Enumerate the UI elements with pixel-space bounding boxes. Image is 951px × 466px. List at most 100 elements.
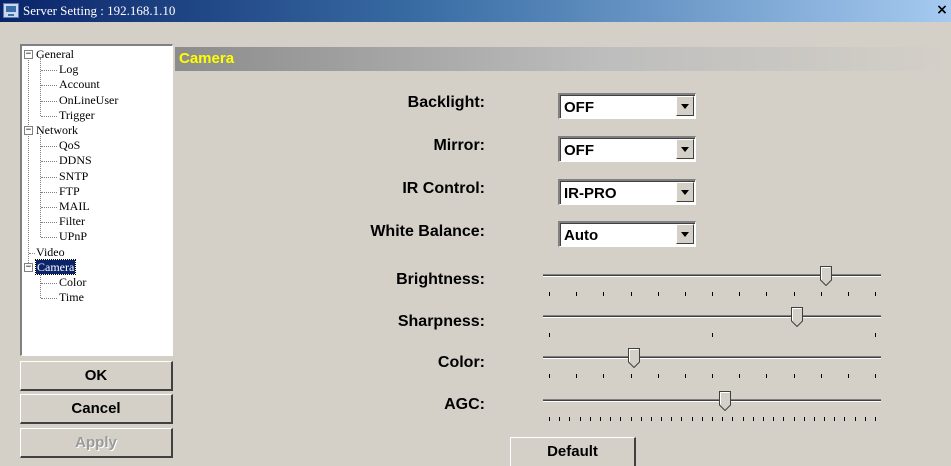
backlight-value: OFF — [564, 99, 594, 116]
slider-tick — [684, 292, 686, 296]
white-balance-select[interactable]: Auto — [558, 221, 696, 247]
slider-tick — [549, 417, 550, 421]
title-bar: Server Setting : 192.168.1.10 × — [0, 0, 951, 22]
close-icon[interactable]: × — [935, 1, 949, 19]
chevron-down-icon[interactable] — [676, 139, 694, 159]
tree-collapse-icon[interactable]: − — [24, 126, 33, 135]
tree-item-network[interactable]: Network — [36, 124, 78, 137]
tree-item-label: Network — [36, 123, 78, 137]
ir-control-select[interactable]: IR-PRO — [558, 179, 696, 205]
slider-thumb[interactable] — [820, 266, 833, 286]
slider-tick — [691, 417, 693, 421]
slider-tick — [712, 292, 713, 296]
tree-collapse-icon[interactable]: − — [24, 262, 33, 272]
settings-tree[interactable]: General − Log Account OnLineUser Trigger Netwo… — [20, 44, 173, 356]
slider-tick — [783, 417, 785, 421]
tree-item-filter[interactable]: Filter — [59, 215, 85, 228]
tree-item-color[interactable]: Color — [59, 276, 86, 289]
ok-button[interactable]: OK — [20, 361, 173, 391]
slider-tick — [576, 374, 578, 378]
slider-tick — [599, 417, 601, 421]
apply-button: Apply — [20, 428, 173, 458]
ir-control-value: IR-PRO — [564, 185, 617, 202]
tree-connector — [41, 146, 57, 148]
slider-tick — [793, 374, 795, 378]
tree-item-sntp[interactable]: SNTP — [59, 168, 89, 183]
tree-connector — [29, 252, 35, 254]
white-balance-label: White Balance: — [370, 223, 485, 240]
slider-tick — [650, 417, 652, 421]
tree-item-ddns[interactable]: DDNS — [59, 154, 92, 167]
chevron-down-icon[interactable] — [676, 182, 694, 202]
tree-collapse-icon[interactable]: − — [24, 50, 33, 59]
slider-tick — [820, 374, 822, 378]
slider-tick — [603, 292, 605, 296]
color-slider[interactable] — [543, 348, 881, 384]
slider-tick — [793, 417, 795, 421]
tree-item-video[interactable]: Video — [36, 244, 65, 259]
slider-tick — [752, 417, 754, 421]
slider-tick — [603, 374, 605, 378]
slider-tick — [549, 292, 550, 296]
slider-tick — [681, 417, 683, 421]
slider-tick — [589, 417, 591, 421]
mirror-value: OFF — [564, 142, 594, 159]
tree-item-label: MAIL — [59, 199, 90, 213]
slider-tick — [834, 417, 836, 421]
tree-item-label: SNTP — [59, 168, 89, 183]
tree-item-label: Color — [59, 275, 87, 289]
cancel-button[interactable]: Cancel — [20, 394, 173, 424]
chevron-down-icon[interactable] — [676, 96, 694, 116]
tree-connector — [41, 161, 57, 163]
sharpness-label: Sharpness: — [397, 313, 485, 330]
section-title: Camera — [179, 50, 235, 67]
tree-item-general[interactable]: General — [36, 48, 74, 61]
slider-track — [543, 315, 881, 318]
slider-tick — [620, 417, 622, 421]
tree-item-camera[interactable]: Camera — [34, 258, 77, 275]
slider-tick — [875, 374, 876, 378]
slider-tick — [875, 292, 876, 296]
slider-tick — [864, 417, 866, 421]
slider-tick — [657, 292, 659, 296]
tree-connector — [41, 283, 57, 284]
slider-tick — [875, 417, 876, 421]
tree-connector — [41, 298, 57, 300]
mirror-select[interactable]: OFF — [558, 136, 696, 162]
sharpness-slider[interactable] — [543, 307, 881, 343]
slider-thumb[interactable] — [790, 307, 803, 327]
tree-item-label: Video — [36, 244, 65, 259]
ir-control-label: IR Control: — [402, 180, 485, 197]
default-button[interactable]: Default — [510, 437, 636, 466]
slider-tick — [820, 292, 822, 296]
agc-slider[interactable] — [543, 391, 881, 427]
slider-tick — [712, 374, 713, 378]
slider-tick — [854, 417, 856, 421]
tree-item-onlineuser[interactable]: OnLineUser — [59, 93, 118, 107]
tree-item-qos[interactable]: QoS — [59, 139, 80, 152]
slider-tick — [712, 417, 713, 421]
chevron-down-icon[interactable] — [676, 224, 694, 244]
tree-item-ftp[interactable]: FTP — [59, 184, 80, 198]
tree-item-trigger[interactable]: Trigger — [59, 108, 95, 122]
tree-item-log[interactable]: Log — [59, 63, 78, 76]
tree-item-label: DDNS — [59, 153, 92, 168]
tree-item-label: Time — [59, 290, 84, 305]
backlight-select[interactable]: OFF — [558, 93, 696, 119]
slider-tick — [661, 417, 663, 421]
brightness-slider[interactable] — [543, 266, 881, 302]
tree-connector — [41, 85, 57, 87]
tree-item-label: Filter — [59, 214, 85, 229]
tree-item-label: Camera — [34, 258, 77, 275]
slider-thumb[interactable] — [719, 391, 732, 411]
section-header: Camera — [175, 47, 951, 71]
slider-tick — [739, 292, 741, 296]
tree-item-mail[interactable]: MAIL — [59, 200, 90, 213]
tree-item-time[interactable]: Time — [59, 291, 84, 304]
tree-item-upnp[interactable]: UPnP — [59, 230, 87, 243]
tree-connector — [40, 58, 41, 116]
slider-thumb[interactable] — [627, 348, 640, 368]
slider-ticks — [543, 292, 881, 298]
tree-item-account[interactable]: Account — [59, 78, 100, 91]
slider-tick — [824, 417, 826, 421]
